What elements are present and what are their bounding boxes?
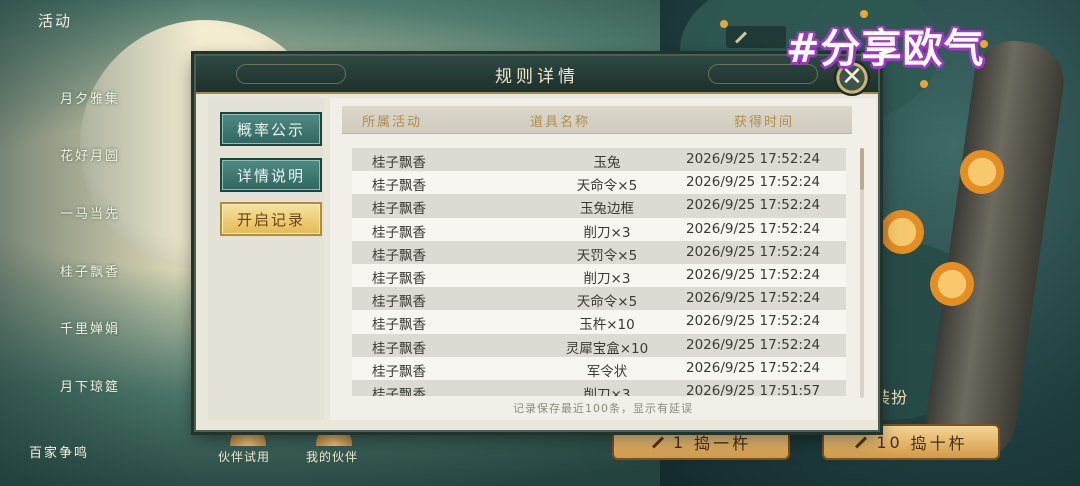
sidebar-item-huahao[interactable]: 花好月圆 [0, 145, 180, 164]
cell-activity: 桂子飘香 [372, 178, 426, 195]
cell-time: 2026/9/25 17:52:24 [686, 243, 821, 260]
cell-item: 玉杵×10 [579, 317, 635, 334]
cell-item: 天罚令×5 [576, 247, 638, 264]
cell-item: 削刀×3 [583, 386, 631, 396]
table-row: 桂子飘香 天命令×5 2026/9/25 17:52:24 [352, 171, 846, 195]
cell-activity: 桂子飘香 [372, 201, 426, 218]
cell-activity: 桂子飘香 [372, 340, 426, 357]
sidebar-item-guizi[interactable]: 桂子飘香 [0, 261, 180, 280]
my-partner-button[interactable]: 我的伙伴 [306, 448, 358, 465]
rules-detail-dialog: 规则详情 概率公示 详情说明 开启记录 所属活动 道具名称 获得时间 桂子飘香玉… [194, 54, 880, 432]
sidebar-item-qianli[interactable]: 千里婵娟 [0, 318, 180, 337]
cell-time: 2026/9/25 17:52:24 [686, 197, 821, 214]
table-header: 所属活动 道具名称 获得时间 [342, 106, 852, 134]
table-row: 桂子飘香 军令状 2026/9/25 17:52:24 [352, 356, 846, 380]
draw-ten-label: 捣十杵 [910, 434, 968, 453]
activity-sidebar [0, 0, 200, 486]
sidebar-item-baijia[interactable]: 百家争鸣 [0, 442, 134, 461]
dialog-title: 规则详情 [495, 67, 579, 87]
cell-activity: 桂子飘香 [372, 317, 426, 334]
sidebar-item-yuexi[interactable]: 月夕雅集 [0, 88, 180, 107]
pestle-icon [651, 435, 664, 449]
gift-icon [930, 262, 974, 306]
cell-activity: 桂子飘香 [372, 247, 426, 264]
partner-trial-button[interactable]: 伙伴试用 [218, 448, 270, 465]
cell-time: 2026/9/25 17:52:24 [686, 220, 821, 237]
cell-activity: 桂子飘香 [372, 224, 426, 241]
column-header-time: 获得时间 [734, 115, 795, 130]
cell-item: 灵犀宝盒×10 [565, 340, 649, 357]
cell-activity: 桂子飘香 [372, 294, 426, 311]
table-row: 桂子飘香 天命令×5 2026/9/25 17:52:24 [352, 287, 846, 311]
draw-one-label: 捣一杵 [694, 434, 752, 453]
draw-one-count: 1 [672, 432, 687, 452]
gift-icon [880, 210, 924, 254]
table-row: 桂子飘香 削刀×3 2026/9/25 17:51:57 [352, 379, 846, 396]
table-row: 桂子飘香 削刀×3 2026/9/25 17:52:24 [352, 263, 846, 288]
scroll-thumb[interactable] [860, 148, 864, 190]
dialog-header: 规则详情 [196, 56, 878, 94]
cell-item: 军令状 [586, 363, 628, 380]
records-footer-note: 记录保存最近100条，显示有延误 [513, 402, 693, 415]
table-row: 桂子飘香 玉杵×10 2026/9/25 17:52:24 [352, 310, 846, 334]
cell-time: 2026/9/25 17:52:24 [686, 151, 821, 167]
cell-time: 2026/9/25 17:51:57 [686, 382, 821, 396]
tab-details[interactable]: 详情说明 [220, 158, 322, 192]
cell-activity: 桂子飘香 [372, 270, 426, 287]
cell-activity: 桂子飘香 [372, 155, 426, 171]
sidebar-item-yima[interactable]: 一马当先 [0, 203, 180, 222]
records-list[interactable]: 桂子飘香 玉兔 2026/9/25 17:52:24 桂子飘香 天命令×5 2026/9/… [352, 148, 846, 396]
column-header-item: 道具名称 [530, 115, 591, 130]
pestle-icon [855, 435, 868, 449]
tab-open-records[interactable]: 开启记录 [220, 202, 322, 236]
cell-activity: 桂子飘香 [372, 363, 426, 380]
cell-time: 2026/9/25 17:52:24 [686, 313, 821, 330]
cell-item: 削刀×3 [583, 224, 631, 241]
tab-probability[interactable]: 概率公示 [220, 112, 322, 146]
cell-item: 天命令×5 [576, 178, 638, 195]
column-header-activity: 所属活动 [362, 115, 423, 130]
cell-item: 玉兔边框 [580, 201, 634, 218]
gift-icon [960, 150, 1004, 194]
draw-ten-count: 10 [876, 432, 903, 452]
table-row: 桂子飘香 天罚令×5 2026/9/25 17:52:24 [352, 240, 846, 264]
cell-time: 2026/9/25 17:52:24 [686, 266, 821, 283]
cell-time: 2026/9/25 17:52:24 [686, 359, 821, 376]
section-title: 活动 [38, 12, 73, 30]
cell-item: 天命令×5 [576, 294, 638, 311]
table-row: 桂子飘香 灵犀宝盒×10 2026/9/25 17:52:24 [352, 333, 846, 357]
records-panel: 所属活动 道具名称 获得时间 桂子飘香 玉兔 2026/9/25 17:52:24 桂… [330, 98, 876, 420]
table-row: 桂子飘香 玉兔 2026/9/25 17:52:24 [352, 148, 846, 172]
cell-time: 2026/9/25 17:52:24 [686, 336, 821, 353]
cell-item: 玉兔 [593, 155, 621, 171]
share-luck-overlay-text: #分享欧气 [786, 26, 985, 72]
scrollbar[interactable] [860, 148, 864, 398]
cell-time: 2026/9/25 17:52:24 [686, 174, 821, 191]
pestle-icon[interactable] [726, 26, 786, 48]
table-row: 桂子飘香 玉兔边框 2026/9/25 17:52:24 [352, 194, 846, 218]
cell-item: 削刀×3 [583, 270, 631, 287]
tab-panel: 概率公示 详情说明 开启记录 [208, 98, 324, 420]
cell-time: 2026/9/25 17:52:24 [686, 290, 821, 307]
cell-activity: 桂子飘香 [372, 386, 426, 396]
sidebar-item-yuexia[interactable]: 月下琼筵 [0, 376, 180, 395]
table-row: 桂子飘香 削刀×3 2026/9/25 17:52:24 [352, 217, 846, 241]
